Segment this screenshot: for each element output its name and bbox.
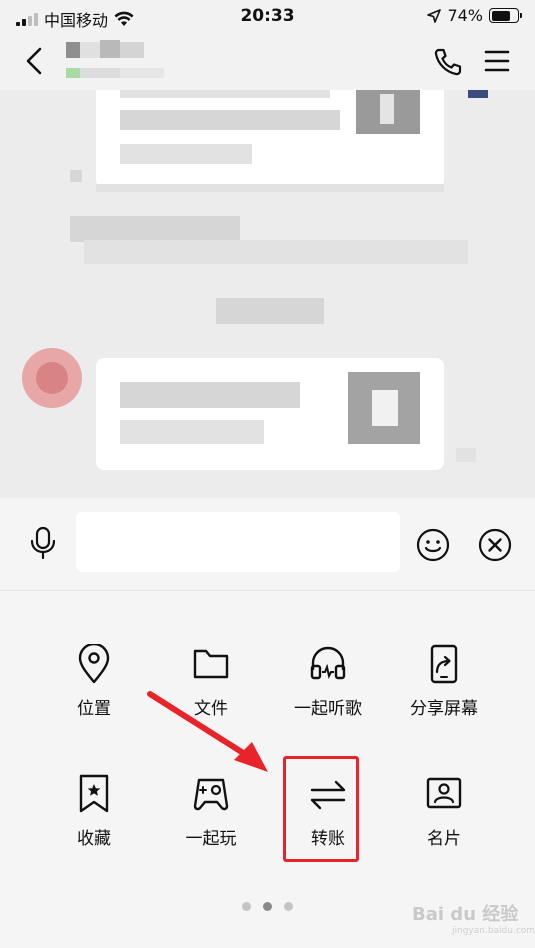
page-dot[interactable] [284,902,293,911]
page-dot[interactable] [242,902,251,911]
contact-status-redacted [66,68,164,78]
chat-message-area[interactable] [0,90,535,498]
panel-item-listen-together[interactable]: 一起听歌 [273,644,383,744]
chevron-left-icon[interactable] [22,46,46,76]
panel-item-label: 一起玩 [185,829,237,849]
redacted-text [120,420,264,444]
phone-icon[interactable] [432,46,464,78]
microphone-icon[interactable] [28,526,58,560]
battery-percent: 74% [447,6,483,25]
file-thumbnail-redacted [380,94,394,124]
smiley-icon[interactable] [416,528,450,562]
headphones-icon [310,646,346,680]
battery-icon [489,8,522,23]
bookmark-star-icon [79,774,109,813]
status-bar: 中国移动 20:33 74% [0,0,535,34]
hamburger-menu-icon[interactable] [484,48,510,74]
panel-item-share-screen[interactable]: 分享屏幕 [389,644,499,744]
watermark: Bai du 经验 jingyan.baidu.com [412,892,535,940]
message-input[interactable] [76,512,400,572]
close-circle-icon[interactable] [478,528,512,562]
share-screen-icon [430,644,458,684]
avatar-redacted [36,362,68,394]
location-arrow-icon [427,8,442,23]
redacted-mark [456,448,476,462]
transfer-highlight-box [283,756,359,862]
panel-item-label: 一起听歌 [294,699,362,719]
redacted-timestamp [216,298,324,324]
redacted-text [70,216,240,242]
redacted-text [120,144,252,164]
redacted-text [84,240,468,264]
panel-item-business-card[interactable]: 名片 [389,774,499,874]
avatar-redacted [468,90,488,98]
redacted-text [120,382,300,408]
redacted-mark [70,170,82,182]
redacted-text [120,90,330,98]
panel-item-location[interactable]: 位置 [39,644,149,744]
battery-fill [491,10,510,21]
file-thumbnail-redacted [372,390,398,426]
watermark-subtext: jingyan.baidu.com [452,926,535,936]
gamepad-icon [193,778,229,811]
panel-item-play-together[interactable]: 一起玩 [156,774,266,874]
panel-item-label: 分享屏幕 [410,699,478,719]
status-right: 74% [427,6,522,25]
redacted-mark [96,184,444,192]
chat-header [0,34,535,90]
panel-item-label: 名片 [427,829,461,849]
folder-icon [193,649,229,679]
redacted-text [120,110,340,130]
contact-name-redacted[interactable] [66,40,146,60]
watermark-text: Bai du 经验 [412,904,519,925]
panel-item-file[interactable]: 文件 [156,644,266,744]
panel-item-favorites[interactable]: 收藏 [39,774,149,874]
input-bar [0,498,535,590]
panel-item-label: 位置 [77,699,111,719]
contact-card-icon [426,777,462,809]
location-pin-icon [78,644,110,684]
panel-item-label: 收藏 [77,829,111,849]
page-dot-active[interactable] [263,902,272,911]
panel-item-label: 文件 [194,699,228,719]
